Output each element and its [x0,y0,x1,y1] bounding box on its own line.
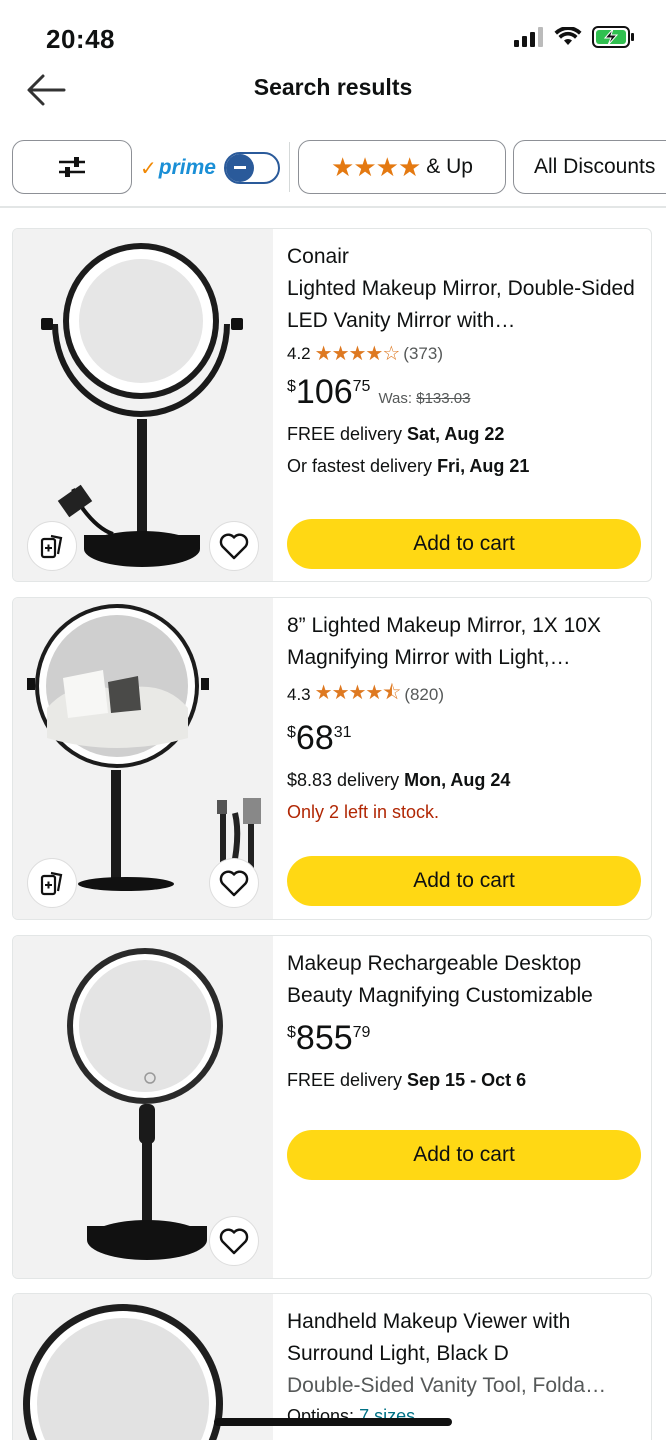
price-fraction: 31 [333,724,352,741]
add-to-cart-button[interactable]: Add to cart [287,856,641,906]
home-indicator[interactable] [214,1418,452,1426]
product-rating[interactable]: 4.3 ★★★★⯪ (820) [287,678,647,712]
compare-icon [40,871,63,896]
rating-value: 4.3 [287,685,311,704]
app-header: Search results [0,64,666,114]
price-fraction: 75 [352,378,371,395]
delivery-info: FREE delivery Sep 15 - Oct 6 [287,1064,647,1096]
heart-icon [219,1228,249,1255]
status-time: 20:48 [46,24,115,54]
price-row: $ 106 75 Was: $133.03 [287,374,647,410]
toggle-knob [225,154,254,182]
product-card[interactable]: Makeup Rechargeable Desktop Beauty Magni… [12,935,652,1279]
product-image[interactable] [13,229,273,581]
product-info: 8” Lighted Makeup Mirror, 1X 10X Magnify… [287,610,647,828]
product-image[interactable] [13,936,273,1278]
price-symbol: $ [287,378,296,395]
prime-toggle[interactable] [223,152,280,184]
fastest-prefix: Or fastest delivery [287,456,433,476]
filter-settings-button[interactable] [12,140,132,194]
product-rating[interactable]: 4.2 ★★★★☆ (373) [287,341,647,366]
product-image[interactable] [13,598,273,919]
product-info: Makeup Rechargeable Desktop Beauty Magni… [287,948,647,1096]
sliders-icon [59,157,85,177]
rating-count: (820) [404,685,444,704]
delivery-date: Mon, Aug 24 [404,770,511,790]
prime-logo: prime [158,156,216,179]
rating-count: (373) [403,343,443,363]
was-price: Was: $133.03 [378,390,470,407]
signal-icon [514,27,543,47]
header-separator [0,206,666,208]
price-row: $ 68 31 [287,720,647,756]
compare-button[interactable] [27,858,77,908]
price-whole: 68 [295,719,334,757]
discounts-label: All Discounts [534,155,656,178]
prime-filter[interactable]: ✓ prime [140,150,280,186]
heart-icon [219,533,249,560]
product-title[interactable]: Makeup Rechargeable Desktop Beauty Magni… [287,948,647,1012]
product-title[interactable]: Handheld Makeup Viewer with Surround Lig… [287,1306,647,1370]
price-symbol: $ [287,1024,296,1041]
stars-suffix: & Up [426,155,473,178]
filter-divider [289,142,290,192]
stock-warning: Only 2 left in stock. [287,802,440,822]
rating-value: 4.2 [287,343,311,363]
status-icons [514,26,636,48]
four-stars-icon: ★★★★ [331,151,421,182]
page-title: Search results [253,74,413,100]
price-fraction: 79 [352,1024,371,1041]
wishlist-button[interactable] [209,858,259,908]
product-info: Handheld Makeup Viewer with Surround Lig… [287,1306,647,1430]
was-label: Was: [378,390,413,407]
battery-charging-icon [592,26,634,48]
add-to-cart-button[interactable]: Add to cart [287,519,641,569]
delivery-prefix: FREE delivery [287,1070,403,1090]
delivery-info: FREE delivery Sat, Aug 22 [287,418,647,450]
wishlist-button[interactable] [209,521,259,571]
product-price: $ 106 75 [287,374,370,410]
product-price: $ 855 79 [287,1020,370,1056]
fastest-delivery-info: Or fastest delivery Fri, Aug 21 [287,450,647,482]
product-subtitle: Double-Sided Vanity Tool, Folda… [287,1374,607,1397]
rating-stars-icon: ★★★★☆ [314,343,401,365]
wishlist-button[interactable] [209,1216,259,1266]
product-card[interactable]: Conair Lighted Makeup Mirror, Double-Sid… [12,228,652,582]
status-bar: 20:48 [0,0,666,70]
product-info: Conair Lighted Makeup Mirror, Double-Sid… [287,241,647,482]
was-value: $133.03 [416,390,471,407]
wifi-icon [554,27,582,45]
price-whole: 106 [295,373,353,411]
prime-check-icon: ✓ [140,157,157,180]
delivery-info: $8.83 delivery Mon, Aug 24 [287,764,647,796]
add-to-cart-button[interactable]: Add to cart [287,1130,641,1180]
compare-button[interactable] [27,521,77,571]
delivery-date: Sat, Aug 22 [407,424,505,444]
price-symbol: $ [287,724,296,741]
rating-stars-icon: ★★★★⯪ [314,682,402,704]
product-title[interactable]: Lighted Makeup Mirror, Double-Sided LED … [287,273,647,337]
delivery-date: Sep 15 - Oct 6 [407,1070,527,1090]
product-price: $ 68 31 [287,720,352,756]
fastest-date: Fri, Aug 21 [437,456,530,476]
filter-bar: ✓ prime ★★★★ & Up All Discounts [0,138,666,198]
price-row: $ 855 79 [287,1020,647,1056]
compare-icon [40,534,63,559]
price-whole: 855 [295,1019,353,1057]
product-title[interactable]: 8” Lighted Makeup Mirror, 1X 10X Magnify… [287,610,647,674]
filter-stars-button[interactable]: ★★★★ & Up [298,140,506,194]
delivery-prefix: $8.83 delivery [287,770,400,790]
filter-discounts-button[interactable]: All Discounts [513,140,666,194]
product-brand: Conair [287,245,349,268]
product-card[interactable]: 8” Lighted Makeup Mirror, 1X 10X Magnify… [12,597,652,920]
delivery-prefix: FREE delivery [287,424,403,444]
heart-icon [219,870,249,897]
